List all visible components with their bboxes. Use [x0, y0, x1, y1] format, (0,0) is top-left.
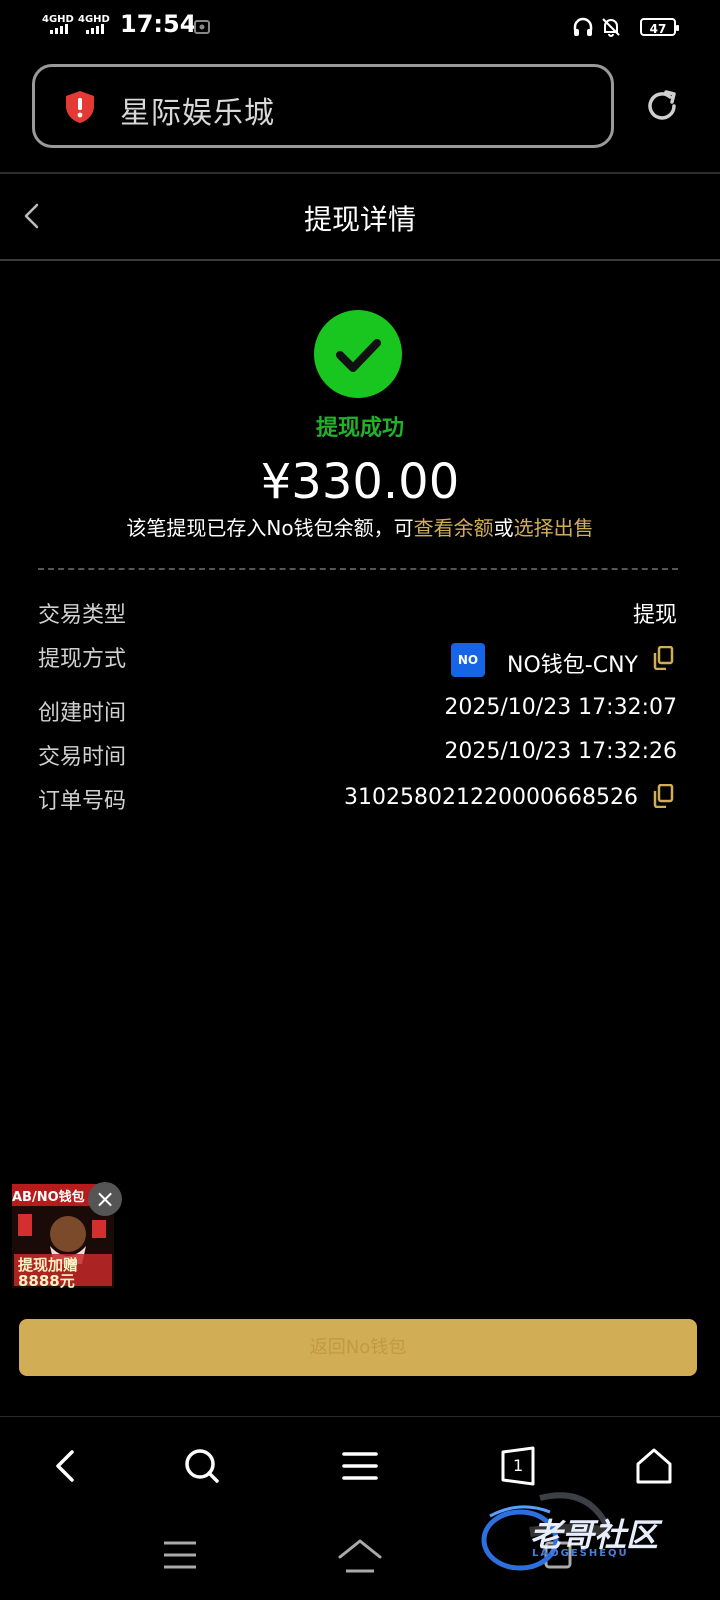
- copy-icon[interactable]: [652, 784, 674, 808]
- trade-time-label: 交易时间: [38, 745, 127, 770]
- tab-count: 1: [513, 1456, 524, 1475]
- clock: 17:54: [120, 10, 197, 38]
- type-value: 提现: [632, 603, 677, 628]
- return-wallet-button[interactable]: 返回No钱包: [19, 1319, 697, 1376]
- view-balance-link[interactable]: 查看余额: [414, 516, 494, 540]
- type-label: 交易类型: [38, 603, 127, 628]
- site-title[interactable]: 星际娱乐城: [120, 88, 275, 132]
- trade-time-value: 2025/10/23 17:32:26: [444, 739, 677, 764]
- page-title: 提现详情: [303, 203, 416, 236]
- header-divider: [0, 259, 720, 261]
- watermark-subtext: LAOGESHEQU: [532, 1548, 629, 1559]
- order-label: 订单号码: [38, 789, 127, 814]
- no-wallet-logo: NO: [451, 643, 485, 677]
- check-icon: [336, 339, 381, 372]
- result-note: 该笔提现已存入No钱包余额，可查看余额或选择出售: [0, 512, 720, 541]
- system-menu-icon[interactable]: [160, 1535, 200, 1575]
- order-value: 310258021220000668526: [344, 785, 638, 810]
- status-bar: 4GHD 4GHD 17:54 47: [0, 0, 720, 56]
- method-value: NO钱包-CNY: [507, 653, 638, 678]
- browser-back-icon[interactable]: [46, 1446, 86, 1486]
- promo-amount-text: 8888元: [18, 1272, 75, 1290]
- copy-icon[interactable]: [652, 646, 674, 670]
- choose-sell-link[interactable]: 选择出售: [514, 516, 594, 540]
- note-or: 或: [493, 516, 514, 540]
- divider: [0, 172, 720, 174]
- home-icon[interactable]: [634, 1446, 674, 1486]
- menu-icon[interactable]: [340, 1446, 380, 1486]
- success-badge: [314, 310, 402, 398]
- battery-indicator: 47: [640, 18, 679, 36]
- signal-icon-1: [50, 24, 68, 34]
- created-value: 2025/10/23 17:32:07: [444, 695, 677, 720]
- amount: ¥330.00: [260, 454, 460, 510]
- status-text: 提现成功: [315, 416, 404, 441]
- bell-off-icon: [602, 18, 620, 37]
- close-icon[interactable]: ×: [88, 1182, 122, 1216]
- screen-record-icon: [194, 20, 210, 34]
- headphones-icon: [573, 17, 593, 36]
- method-label: 提现方式: [38, 647, 127, 672]
- dashed-divider: [38, 568, 678, 570]
- signal-icon-2: [86, 24, 104, 34]
- note-prefix: 该笔提现已存入No钱包余额，可: [126, 516, 414, 540]
- refresh-icon[interactable]: [644, 88, 680, 124]
- security-warning-icon[interactable]: [64, 90, 96, 124]
- created-label: 创建时间: [38, 701, 127, 726]
- tabs-button[interactable]: 1: [498, 1446, 538, 1486]
- bottom-divider: [0, 1416, 720, 1417]
- system-home-icon[interactable]: [336, 1535, 384, 1575]
- search-icon[interactable]: [182, 1446, 222, 1486]
